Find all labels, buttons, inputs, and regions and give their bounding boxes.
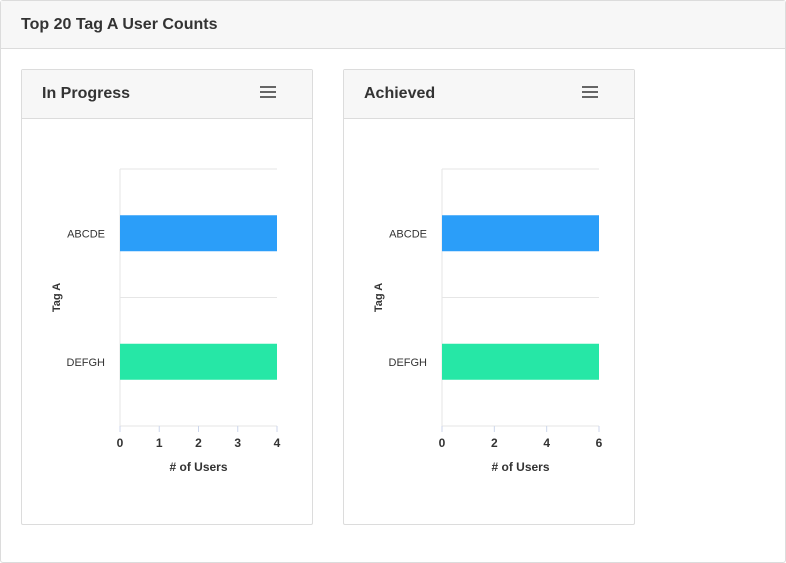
x-tick-label: 6 bbox=[596, 436, 603, 450]
x-tick-label: 4 bbox=[543, 436, 550, 450]
hamburger-menu-icon[interactable] bbox=[260, 86, 276, 98]
x-tick-label: 0 bbox=[439, 436, 446, 450]
x-axis-title: # of Users bbox=[491, 460, 549, 474]
category-label: ABCDE bbox=[67, 228, 105, 240]
in-progress-panel-header: In Progress bbox=[22, 70, 312, 119]
in-progress-chart: ABCDE DEFGH 0 1 2 3 4 # of Users Tag A bbox=[51, 168, 281, 474]
x-tick-label: 0 bbox=[117, 436, 124, 450]
x-tick-label: 4 bbox=[274, 436, 281, 450]
x-tick-label: 1 bbox=[156, 436, 163, 450]
in-progress-panel-title: In Progress bbox=[42, 85, 131, 102]
hamburger-menu-icon[interactable] bbox=[582, 86, 598, 98]
card-header: Top 20 Tag A User Counts bbox=[1, 1, 785, 49]
x-tick-label: 2 bbox=[195, 436, 202, 450]
achieved-chart: ABCDE DEFGH 0 2 4 6 # of Users Tag A bbox=[373, 168, 603, 474]
category-label: DEFGH bbox=[389, 357, 428, 369]
in-progress-panel: In Progress ABCDE DEFGH 0 1 2 3 4 # of Users Tag… bbox=[21, 69, 313, 525]
y-axis-title: Tag A bbox=[51, 283, 63, 312]
bar-defgh bbox=[120, 343, 277, 380]
bar-defgh bbox=[442, 343, 599, 380]
x-axis-title: # of Users bbox=[169, 460, 227, 474]
x-tick-label: 2 bbox=[491, 436, 498, 450]
y-axis-title: Tag A bbox=[373, 283, 385, 312]
bar-abcde bbox=[442, 215, 599, 252]
achieved-panel: Achieved ABCDE DEFGH 0 2 4 6 # of Users Tag A bbox=[343, 69, 635, 525]
page-title: Top 20 Tag A User Counts bbox=[21, 15, 218, 33]
x-tick-label: 3 bbox=[234, 436, 241, 450]
category-label: DEFGH bbox=[67, 357, 106, 369]
achieved-panel-title: Achieved bbox=[364, 85, 436, 102]
bar-abcde bbox=[120, 215, 277, 252]
category-label: ABCDE bbox=[389, 228, 427, 240]
achieved-panel-header: Achieved bbox=[344, 70, 634, 119]
